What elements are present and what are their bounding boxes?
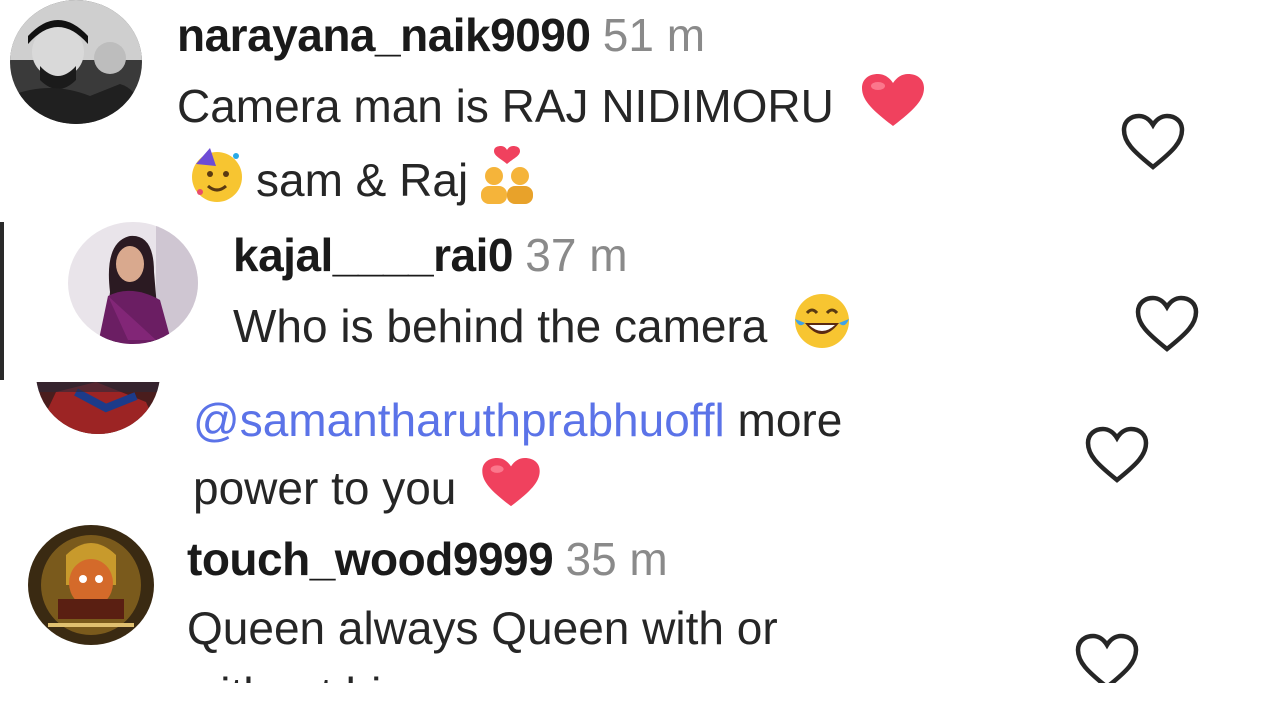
comment-timestamp: 51 m	[602, 9, 706, 61]
avatar[interactable]	[68, 222, 198, 344]
comment-text-line: Who is behind the camera	[233, 300, 768, 352]
comment-text-line: Queen always Queen with or	[187, 602, 778, 654]
comment-username[interactable]: narayana_naik9090 51 m	[177, 8, 705, 62]
comment-item: kajal____rai0 37 m Who is behind the cam…	[0, 222, 1264, 380]
comment-item: @samantharuthprabhuoffl more power to yo…	[0, 382, 1212, 514]
comment-item: narayana_naik9090 51 m Camera man is RAJ…	[0, 0, 1260, 215]
comment-text-line: sam & Raj	[256, 154, 469, 206]
comment-item: touch_wood9999 35 m Queen always Queen w…	[0, 520, 1200, 683]
comment-text: without him	[187, 666, 420, 683]
comment-username[interactable]: touch_wood9999 35 m	[187, 532, 668, 586]
comment-text: Queen always Queen with or	[187, 600, 778, 656]
comment-text: Camera man is RAJ NIDIMORU	[177, 73, 924, 134]
avatar[interactable]	[28, 525, 154, 645]
mention-link[interactable]: @samantharuthprabhuoffl	[193, 393, 725, 447]
heart-outline-icon[interactable]	[1085, 426, 1149, 484]
partying-face-icon	[188, 146, 246, 215]
red-heart-icon	[861, 73, 924, 139]
heart-outline-icon[interactable]	[1121, 113, 1185, 171]
avatar[interactable]	[10, 0, 142, 124]
comment-text-line: more	[724, 394, 843, 446]
avatar[interactable]	[36, 382, 160, 434]
comment-text: @samantharuthprabhuoffl more	[193, 392, 842, 448]
comment-username[interactable]: kajal____rai0 37 m	[233, 228, 628, 282]
comment-text-line: power to you	[193, 462, 457, 514]
comment-text-line: Camera man is RAJ NIDIMORU	[177, 80, 834, 132]
comment-text: power to you	[193, 457, 541, 515]
comment-text: sam & Raj	[188, 145, 536, 210]
couple-with-heart-icon	[478, 145, 536, 215]
heart-outline-icon[interactable]	[1135, 295, 1199, 353]
comment-timestamp: 37 m	[525, 229, 628, 281]
heart-outline-icon[interactable]	[1075, 633, 1139, 683]
comment-text-line: without him	[187, 667, 420, 683]
comment-text: Who is behind the camera	[233, 293, 851, 354]
comment-timestamp: 35 m	[565, 533, 668, 585]
red-heart-icon	[482, 457, 541, 515]
laughing-tears-icon	[793, 293, 851, 360]
